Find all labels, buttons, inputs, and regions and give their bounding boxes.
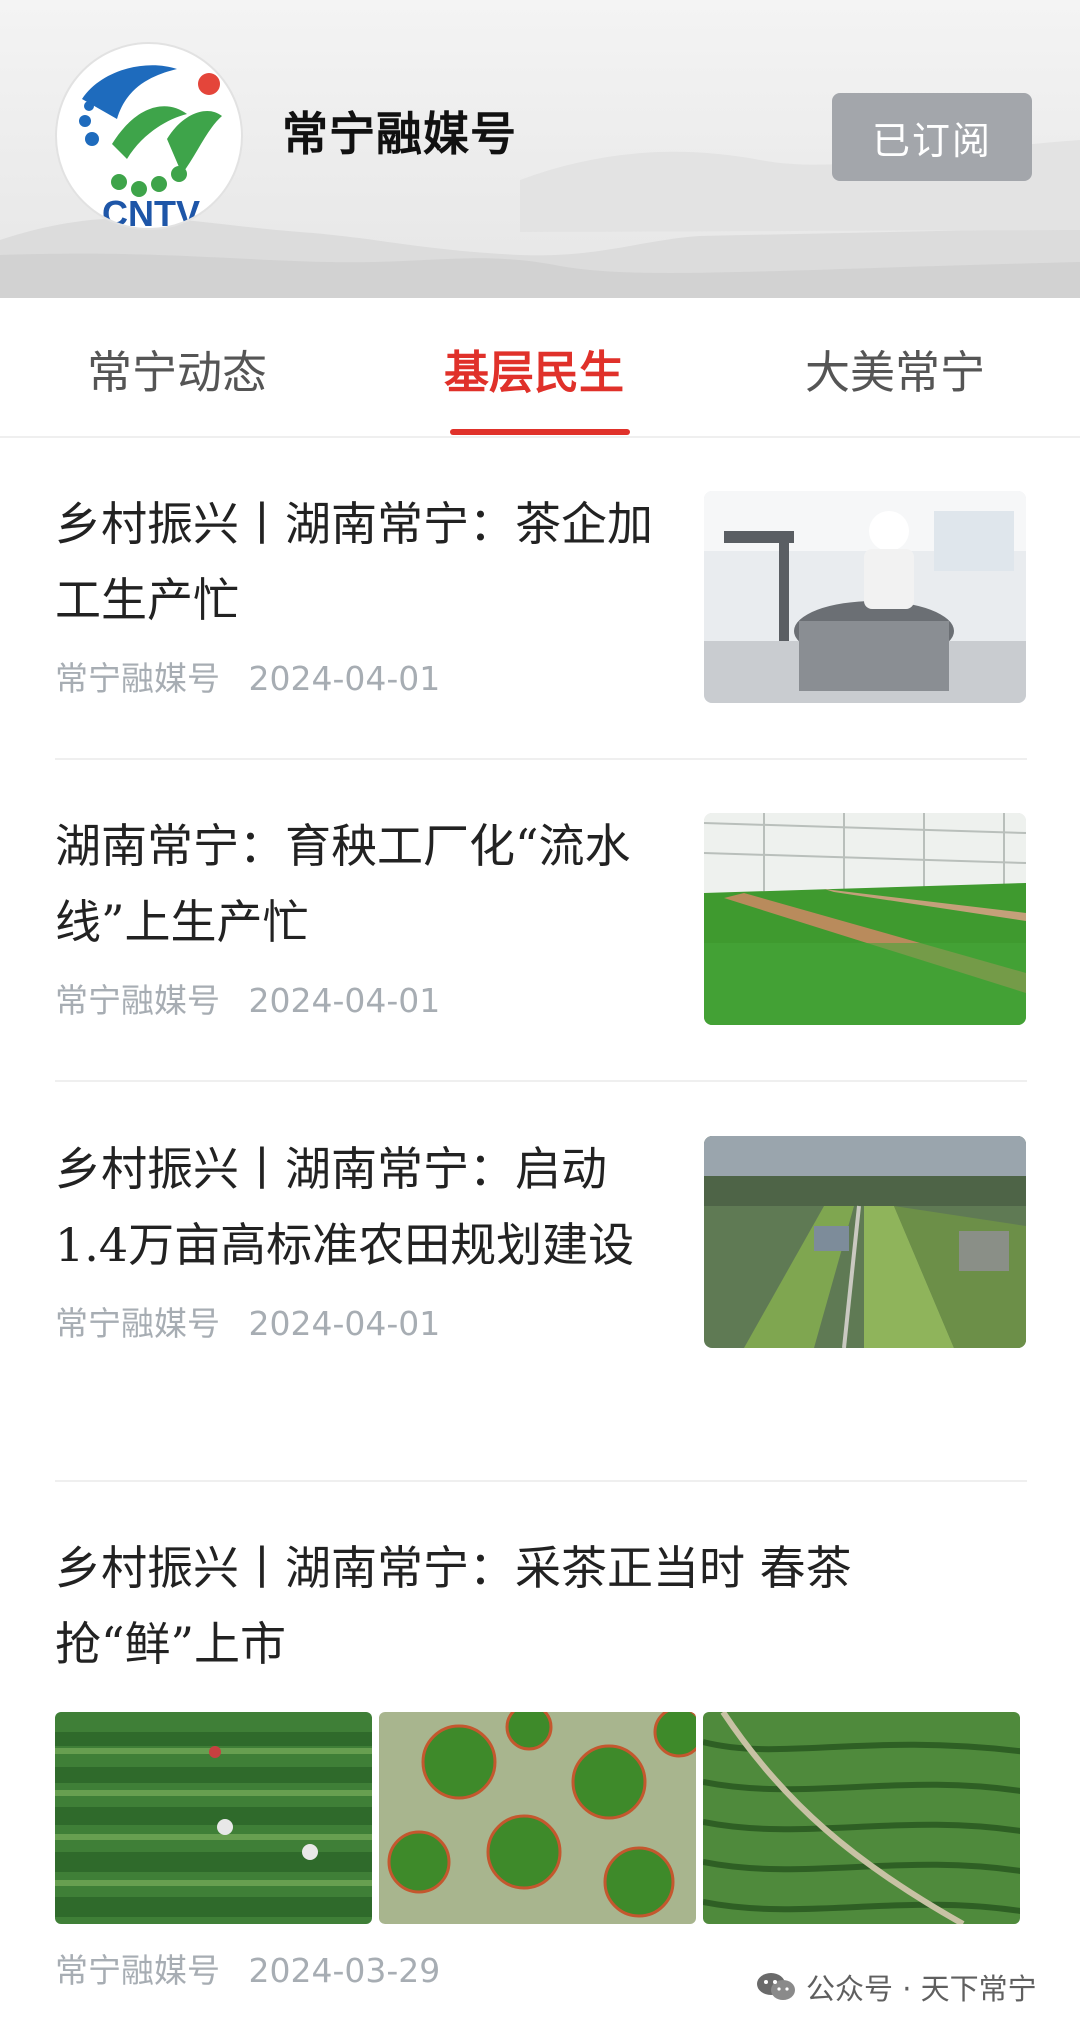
divider xyxy=(55,758,1027,760)
article-source: 常宁融媒号 xyxy=(55,981,220,1020)
article-image-gallery[interactable] xyxy=(55,1712,1027,1924)
article-title[interactable]: 湖南常宁：育秧工厂化“流水线”上生产忙 xyxy=(55,808,665,960)
article-date: 2024-04-01 xyxy=(248,1304,441,1343)
article-title[interactable]: 乡村振兴丨湖南常宁：采茶正当时 春茶抢“鲜”上市 xyxy=(55,1530,1027,1682)
channel-header: CNTV 常宁融媒号 已订阅 xyxy=(0,0,1080,298)
watermark-text: 公众号 · 天下常宁 xyxy=(806,1972,1037,2006)
article-title[interactable]: 乡村振兴丨湖南常宁：茶企加工生产忙 xyxy=(55,486,665,638)
article-title[interactable]: 乡村振兴丨湖南常宁：启动1.4万亩高标准农田规划建设 xyxy=(55,1131,665,1283)
tab-grassroots-livelihood[interactable]: 基层民生 xyxy=(444,336,624,401)
article-thumbnail-rice-seedlings[interactable] xyxy=(704,813,1026,1025)
channel-logo: CNTV xyxy=(55,42,243,230)
article-date: 2024-04-01 xyxy=(248,981,441,1020)
tab-bar: 常宁动态 基层民生 大美常宁 xyxy=(0,298,1080,438)
account-watermark: 公众号 · 天下常宁 xyxy=(756,1966,1037,2008)
subscribed-button[interactable]: 已订阅 xyxy=(832,93,1032,181)
article-thumbnail-tea-processing[interactable] xyxy=(704,491,1026,703)
gallery-image-tea-terraces[interactable] xyxy=(703,1712,1020,1924)
active-tab-indicator xyxy=(450,429,630,435)
article-thumbnail-farmland-aerial[interactable] xyxy=(704,1136,1026,1348)
channel-name: 常宁融媒号 xyxy=(282,107,517,161)
gallery-image-tea-drying-baskets[interactable] xyxy=(379,1712,696,1924)
gallery-image-tea-pickers[interactable] xyxy=(55,1712,372,1924)
divider xyxy=(55,1080,1027,1082)
divider xyxy=(55,1480,1027,1482)
article-date: 2024-04-01 xyxy=(248,659,441,698)
article-item[interactable]: 乡村振兴丨湖南常宁：采茶正当时 春茶抢“鲜”上市 xyxy=(55,1530,1027,1682)
wechat-icon xyxy=(757,1973,795,2000)
tab-beautiful-changning[interactable]: 大美常宁 xyxy=(805,336,985,401)
article-source: 常宁融媒号 xyxy=(55,659,220,698)
article-source: 常宁融媒号 xyxy=(55,1304,220,1343)
article-source: 常宁融媒号 xyxy=(55,1951,220,1990)
tab-changning-news[interactable]: 常宁动态 xyxy=(87,336,267,401)
article-date: 2024-03-29 xyxy=(248,1951,441,1990)
